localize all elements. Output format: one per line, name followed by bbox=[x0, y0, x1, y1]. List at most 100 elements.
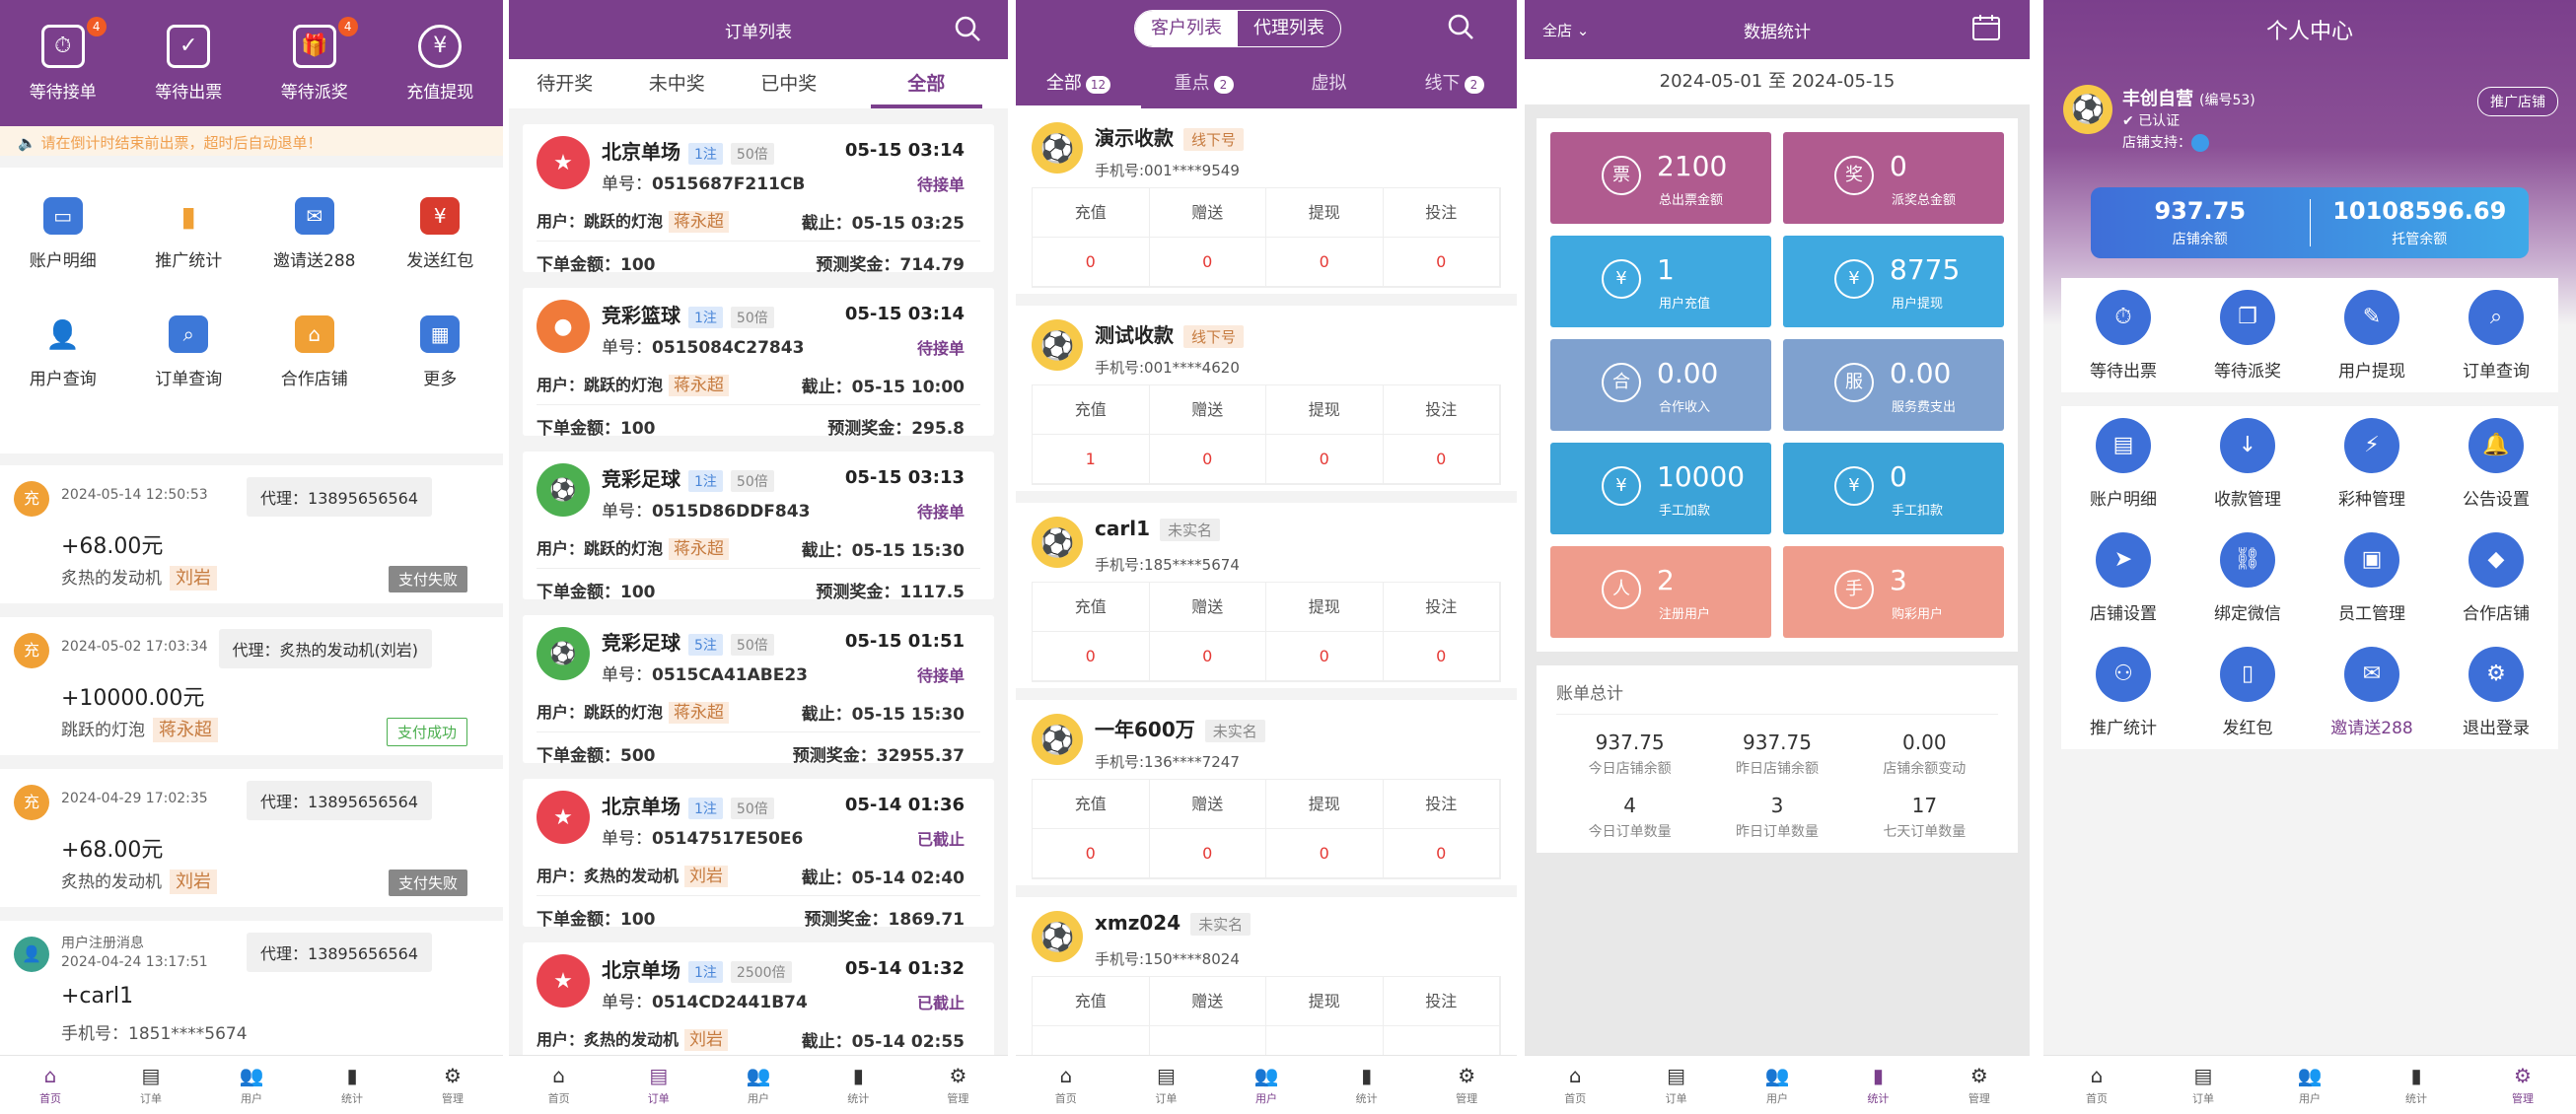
more-item[interactable]: ▦ 更多 bbox=[378, 315, 504, 434]
tab-orders[interactable]: ▤ 订单 bbox=[2150, 1056, 2256, 1114]
feed-item[interactable]: 充 2024-05-02 17:03:34 代理：炙热的发动机(刘岩) +100… bbox=[0, 617, 503, 755]
tab-manage[interactable]: ⚙ 管理 bbox=[2469, 1056, 2576, 1114]
tab-not-won[interactable]: 未中奖 bbox=[621, 59, 734, 108]
customer-card[interactable]: ⚽ 测试收款 线下号 手机号:001****4620 充值 赠送 提现 投注 1 0 0 0 bbox=[1016, 306, 1517, 491]
tab-all[interactable]: 全部 bbox=[870, 59, 982, 108]
wait-accept-button[interactable]: ⏱ 4 等待接单 bbox=[30, 16, 107, 103]
menu-item[interactable]: ✉ 邀请送288 bbox=[2310, 635, 2434, 749]
tab-users[interactable]: 👥 用户 bbox=[1216, 1056, 1317, 1114]
menu-item[interactable]: ↓ 收款管理 bbox=[2185, 406, 2310, 521]
menu-item[interactable]: ⚙ 退出登录 bbox=[2434, 635, 2558, 749]
avatar[interactable]: ⚽ bbox=[2063, 85, 2112, 134]
wait-prize-button[interactable]: 🎁 4 等待派奖 bbox=[281, 16, 358, 103]
promo-stats-item[interactable]: ▮ 推广统计 bbox=[126, 197, 252, 315]
stat-card[interactable]: ¥8775 用户提现 bbox=[1783, 236, 2004, 327]
tab-users[interactable]: 👥 用户 bbox=[708, 1056, 808, 1114]
tab-home[interactable]: ⌂ 首页 bbox=[1525, 1056, 1625, 1114]
tab-home[interactable]: ⌂ 首页 bbox=[1016, 1056, 1116, 1114]
user-query-item[interactable]: 👤 用户查询 bbox=[0, 315, 126, 434]
menu-item[interactable]: ▯ 发红包 bbox=[2185, 635, 2310, 749]
menu-item[interactable]: ⛓ 绑定微信 bbox=[2185, 521, 2310, 635]
account-detail-item[interactable]: ▭ 账户明细 bbox=[0, 197, 126, 315]
recharge-withdraw-button[interactable]: ¥ 充值提现 bbox=[406, 24, 473, 103]
tab-orders[interactable]: ▤ 订单 bbox=[608, 1056, 708, 1114]
menu-item[interactable]: ⏱ 等待出票 bbox=[2061, 278, 2185, 392]
summary-label: 七天订单数量 bbox=[1883, 824, 1967, 840]
customer-list-tab[interactable]: 客户列表 bbox=[1135, 11, 1238, 46]
tab-won[interactable]: 已中奖 bbox=[733, 59, 845, 108]
tab-manage[interactable]: ⚙ 管理 bbox=[1416, 1056, 1517, 1114]
order-card[interactable]: ★ 北京单场 1注 50倍 05-14 01:36 单号：05147517E50E6 已截止… bbox=[523, 779, 994, 930]
filter-key[interactable]: 重点 2 bbox=[1141, 59, 1266, 108]
menu-item[interactable]: ➤ 店铺设置 bbox=[2061, 521, 2185, 635]
shop-select[interactable]: 全店 ⌄ bbox=[1542, 20, 1589, 40]
menu-item[interactable]: ❐ 等待派奖 bbox=[2185, 278, 2310, 392]
order-query-item[interactable]: ⌕ 订单查询 bbox=[126, 315, 252, 434]
menu-item[interactable]: ⚇ 推广统计 bbox=[2061, 635, 2185, 749]
menu-item[interactable]: ◆ 合作店铺 bbox=[2434, 521, 2558, 635]
stat-card[interactable]: 人 2 注册用户 bbox=[1550, 546, 1771, 638]
menu-item[interactable]: ▤ 账户明细 bbox=[2061, 406, 2185, 521]
tab-label: 统计 bbox=[2405, 1092, 2427, 1105]
order-card[interactable]: ★ 北京单场 1注 50倍 05-15 03:14 单号：0515687F211CB 待接单… bbox=[523, 124, 994, 275]
menu-item[interactable]: ⌕ 订单查询 bbox=[2434, 278, 2558, 392]
tab-orders[interactable]: ▤ 订单 bbox=[1116, 1056, 1217, 1114]
feed-item[interactable]: 充 2024-05-14 12:50:53 代理：13895656564 +68… bbox=[0, 465, 503, 603]
agent-list-tab[interactable]: 代理列表 bbox=[1238, 11, 1340, 46]
order-card[interactable]: ⚽ 竞彩足球 5注 50倍 05-15 01:51 单号：0515CA41ABE23 待接单… bbox=[523, 615, 994, 766]
tab-manage[interactable]: ⚙ 管理 bbox=[1929, 1056, 2030, 1114]
stat-card[interactable]: ¥1 用户充值 bbox=[1550, 236, 1771, 327]
stat-card[interactable]: 手 3 购彩用户 bbox=[1783, 546, 2004, 638]
tab-users[interactable]: 👥 用户 bbox=[2256, 1056, 2363, 1114]
tab-stats[interactable]: ▮ 统计 bbox=[809, 1056, 908, 1114]
tab-home[interactable]: ⌂ 首页 bbox=[509, 1056, 608, 1114]
order-card[interactable]: ● 竞彩篮球 1注 50倍 05-15 03:14 单号：0515084C27843 待接单… bbox=[523, 288, 994, 439]
trust-balance[interactable]: 10108596.69 托管余额 bbox=[2311, 187, 2530, 258]
customer-card[interactable]: ⚽ 演示收款 线下号 手机号:001****9549 充值 赠送 提现 投注 0 0 0 0 bbox=[1016, 108, 1517, 294]
tab-orders[interactable]: ▤ 订单 bbox=[101, 1056, 201, 1114]
menu-item[interactable]: 🔔 公告设置 bbox=[2434, 406, 2558, 521]
partner-shop-item[interactable]: ⌂ 合作店铺 bbox=[251, 315, 378, 434]
feed-time: 2024-04-29 17:02:35 bbox=[61, 791, 208, 806]
customer-card[interactable]: ⚽ carl1 未实名 手机号:185****5674 充值 赠送 提现 投注 0 0 0 0 bbox=[1016, 503, 1517, 688]
stat-card[interactable]: 服 0.00 服务费支出 bbox=[1783, 339, 2004, 431]
stat-card[interactable]: ¥10000 手工加款 bbox=[1550, 443, 1771, 534]
menu-item[interactable]: ✎ 用户提现 bbox=[2310, 278, 2434, 392]
search-icon[interactable] bbox=[1446, 12, 1475, 41]
calendar-icon[interactable] bbox=[1970, 12, 2002, 43]
wait-ticket-button[interactable]: ✓ 等待出票 bbox=[155, 24, 222, 103]
stat-card[interactable]: 票 2100 总出票金额 bbox=[1550, 132, 1771, 224]
customer-card[interactable]: ⚽ 一年600万 未实名 手机号:136****7247 充值 赠送 提现 投注 0 0 0 0 bbox=[1016, 700, 1517, 885]
tab-stats[interactable]: ▮ 统计 bbox=[302, 1056, 402, 1114]
send-redpacket-item[interactable]: ¥ 发送红包 bbox=[378, 197, 504, 315]
tab-users[interactable]: 👥 用户 bbox=[1727, 1056, 1827, 1114]
order-card[interactable]: ⚽ 竞彩足球 1注 50倍 05-15 03:13 单号：0515D86DDF843 待接单… bbox=[523, 452, 994, 602]
shop-balance[interactable]: 937.75 店铺余额 bbox=[2091, 187, 2310, 258]
promote-shop-button[interactable]: 推广店铺 bbox=[2477, 87, 2558, 116]
stat-card[interactable]: 奖 0 派奖总金额 bbox=[1783, 132, 2004, 224]
tab-manage[interactable]: ⚙ 管理 bbox=[402, 1056, 503, 1114]
filter-virtual[interactable]: 虚拟 bbox=[1266, 59, 1392, 108]
tab-stats[interactable]: ▮ 统计 bbox=[1317, 1056, 1417, 1114]
tab-stats[interactable]: ▮ 统计 bbox=[1827, 1056, 1928, 1114]
tab-manage[interactable]: ⚙ 管理 bbox=[908, 1056, 1008, 1114]
menu-item[interactable]: ⚡ 彩种管理 bbox=[2310, 406, 2434, 521]
search-icon[interactable] bbox=[953, 14, 982, 43]
feed-item[interactable]: 充 2024-04-29 17:02:35 代理：13895656564 +68… bbox=[0, 769, 503, 907]
feed-item[interactable]: 👤 用户注册消息 2024-04-24 13:17:51 代理：13895656… bbox=[0, 921, 503, 1059]
tab-home[interactable]: ⌂ 首页 bbox=[2043, 1056, 2150, 1114]
stats-header: 投注 bbox=[1383, 780, 1500, 829]
tab-users[interactable]: 👥 用户 bbox=[201, 1056, 302, 1114]
invite-item[interactable]: ✉ 邀请送288 bbox=[251, 197, 378, 315]
stat-card[interactable]: ¥0 手工扣款 bbox=[1783, 443, 2004, 534]
summary-label: 昨日订单数量 bbox=[1735, 824, 1819, 840]
filter-all[interactable]: 全部 12 bbox=[1016, 59, 1141, 108]
tab-pending-draw[interactable]: 待开奖 bbox=[509, 59, 621, 108]
tab-home[interactable]: ⌂ 首页 bbox=[0, 1056, 101, 1114]
tab-stats[interactable]: ▮ 统计 bbox=[2363, 1056, 2469, 1114]
tab-orders[interactable]: ▤ 订单 bbox=[1625, 1056, 1726, 1114]
date-range[interactable]: 2024-05-01 至 2024-05-15 bbox=[1525, 59, 2030, 104]
stat-card[interactable]: 合 0.00 合作收入 bbox=[1550, 339, 1771, 431]
menu-item[interactable]: ▣ 员工管理 bbox=[2310, 521, 2434, 635]
filter-offline[interactable]: 线下 2 bbox=[1392, 59, 1517, 108]
